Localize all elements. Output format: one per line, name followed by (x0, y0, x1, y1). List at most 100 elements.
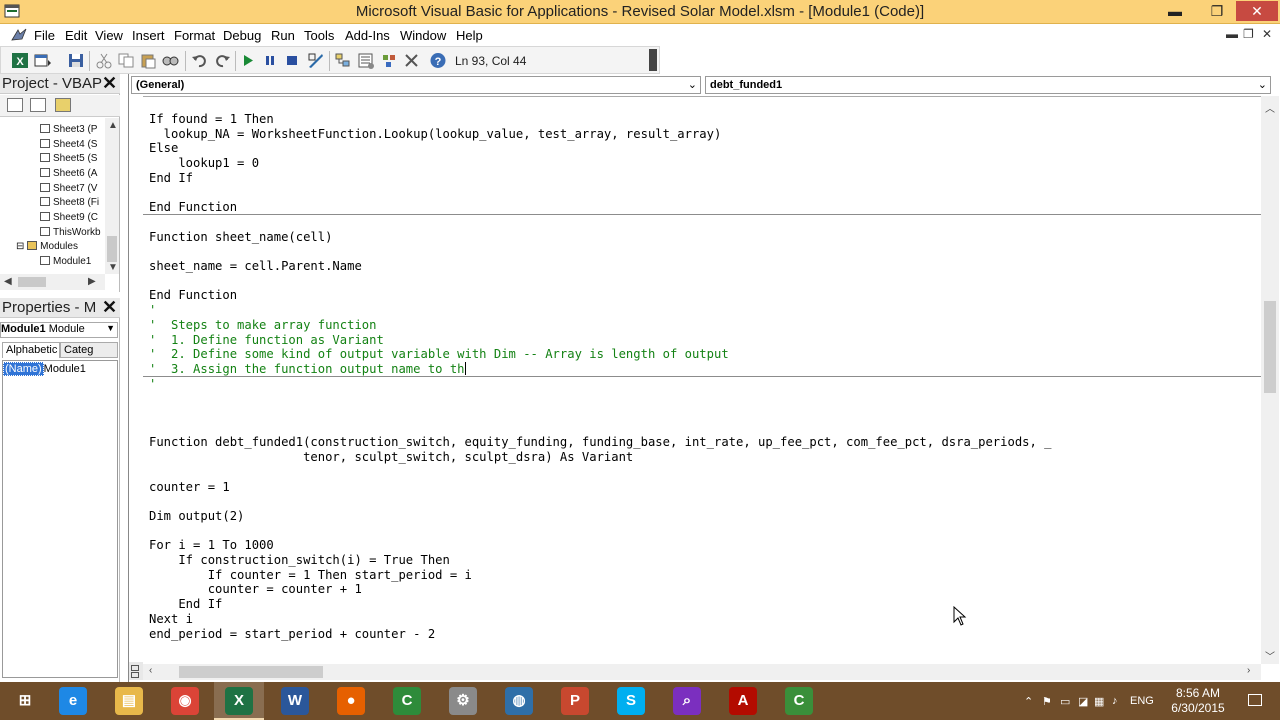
scroll-up-icon[interactable]: ▲ (108, 120, 118, 131)
tree-item-sheet6[interactable]: Sheet6 (A (40, 168, 97, 182)
show-hidden-icons-icon[interactable]: ⌃ (1024, 695, 1033, 708)
code-comment-line[interactable]: ' (149, 377, 156, 392)
project-vertical-scrollbar[interactable]: ▲ ▼ (105, 118, 119, 274)
start-button[interactable]: ⊞ (0, 682, 50, 720)
tree-item-module1[interactable]: Module1 (40, 256, 91, 270)
menu-tools[interactable]: Tools (304, 28, 334, 43)
taskbar-app[interactable]: S (606, 682, 656, 720)
save-icon[interactable] (67, 52, 85, 69)
property-key[interactable]: (Name) (3, 362, 44, 376)
vba-system-menu-icon[interactable] (10, 27, 28, 43)
code-horizontal-scrollbar[interactable]: ‹ › (143, 664, 1261, 680)
procedure-view-icon[interactable] (131, 665, 139, 671)
taskbar-app[interactable]: W (270, 682, 320, 720)
properties-icon[interactable] (357, 52, 375, 69)
scroll-down-icon[interactable]: ﹀ (1265, 648, 1275, 663)
chevron-down-icon[interactable]: ⌄ (688, 78, 697, 91)
object-browser-icon[interactable] (381, 52, 399, 69)
copy-icon[interactable] (117, 52, 135, 69)
break-icon[interactable] (261, 52, 279, 69)
taskbar-app[interactable]: X (214, 682, 264, 720)
scroll-thumb[interactable] (18, 277, 46, 287)
properties-panel-close-button[interactable]: ✕ (102, 297, 118, 318)
full-module-view-icon[interactable] (131, 672, 139, 678)
redo-icon[interactable] (213, 52, 231, 69)
chevron-down-icon[interactable]: ⌄ (1258, 78, 1267, 91)
menu-add-ins[interactable]: Add-Ins (345, 28, 390, 43)
taskbar-app[interactable]: ◍ (494, 682, 544, 720)
project-horizontal-scrollbar[interactable]: ◀ ▶ (0, 274, 105, 290)
menu-insert[interactable]: Insert (132, 28, 165, 43)
tree-item-thisworkbook[interactable]: ThisWorkb (40, 227, 101, 241)
code-line[interactable]: sheet_name = cell.Parent.Name (149, 259, 362, 274)
code-line[interactable]: Function debt_funded1(construction_switc… (149, 435, 1052, 450)
scroll-thumb[interactable] (179, 666, 323, 678)
view-object-icon[interactable] (30, 98, 46, 112)
scroll-up-icon[interactable]: ︿ (1265, 100, 1275, 115)
code-line[interactable]: If found = 1 Then (149, 112, 274, 127)
scroll-left-icon[interactable]: ◀ (4, 276, 12, 287)
menu-format[interactable]: Format (174, 28, 215, 43)
menu-run[interactable]: Run (271, 28, 295, 43)
tree-item-sheet3[interactable]: Sheet3 (P (40, 124, 97, 138)
clock[interactable]: 8:56 AM 6/30/2015 (1160, 686, 1236, 716)
code-line[interactable]: End If (149, 171, 193, 186)
volume-icon[interactable]: ♪ (1112, 695, 1118, 707)
code-editor[interactable]: If found = 1 Then lookup_NA = WorksheetF… (143, 96, 1261, 664)
toolbox-icon[interactable] (403, 52, 421, 69)
code-line[interactable]: Dim output(2) (149, 509, 244, 524)
cut-icon[interactable] (95, 52, 113, 69)
minimize-button[interactable]: ▬ (1160, 1, 1190, 21)
code-line[interactable]: lookup_NA = WorksheetFunction.Lookup(loo… (149, 127, 722, 142)
tree-item-sheet8[interactable]: Sheet8 (Fi (40, 197, 99, 211)
property-value[interactable]: Module1 (44, 363, 86, 375)
menu-view[interactable]: View (95, 28, 123, 43)
language-indicator[interactable]: ENG (1130, 695, 1154, 707)
mdi-restore-button[interactable]: ❐ (1243, 27, 1254, 41)
tree-item-sheet5[interactable]: Sheet5 (S (40, 153, 97, 167)
toggle-folders-icon[interactable] (55, 98, 71, 112)
network-icon[interactable]: ◪ (1078, 695, 1088, 708)
run-icon[interactable] (239, 52, 257, 69)
design-mode-icon[interactable] (307, 52, 325, 69)
taskbar-app[interactable]: C (774, 682, 824, 720)
code-comment-line[interactable]: ' (149, 303, 156, 318)
mdi-close-button[interactable]: ✕ (1262, 27, 1272, 41)
code-comment-line[interactable]: ' Steps to make array function (149, 318, 376, 333)
scroll-left-icon[interactable]: ‹ (149, 665, 152, 676)
reset-icon[interactable] (283, 52, 301, 69)
mdi-minimize-button[interactable]: ▬ (1226, 27, 1238, 41)
taskbar-app[interactable]: A (718, 682, 768, 720)
menu-edit[interactable]: Edit (65, 28, 87, 43)
scroll-down-icon[interactable]: ▼ (108, 262, 118, 273)
taskbar-app[interactable]: e (48, 682, 98, 720)
tree-item-sheet4[interactable]: Sheet4 (S (40, 139, 97, 153)
properties-panel-header[interactable]: Properties - M ✕ (0, 297, 120, 318)
code-line[interactable]: lookup1 = 0 (149, 156, 259, 171)
code-line[interactable]: If construction_switch(i) = True Then (149, 553, 450, 568)
tree-item-modules[interactable]: ⊟ Modules (16, 241, 78, 255)
taskbar-app[interactable]: P (550, 682, 600, 720)
menu-debug[interactable]: Debug (223, 28, 261, 43)
scroll-right-icon[interactable]: ▶ (88, 276, 96, 287)
code-vertical-scrollbar[interactable]: ︿ ﹀ (1261, 96, 1279, 664)
scroll-thumb[interactable] (1264, 301, 1276, 393)
undo-icon[interactable] (191, 52, 209, 69)
code-line[interactable]: End If (149, 597, 222, 612)
find-icon[interactable] (161, 52, 179, 69)
menu-file[interactable]: File (34, 28, 55, 43)
project-panel-close-button[interactable]: ✕ (102, 73, 118, 94)
taskbar-app[interactable]: ▤ (104, 682, 154, 720)
chevron-down-icon[interactable]: ▼ (106, 323, 115, 333)
procedure-combo[interactable]: debt_funded1 ⌄ (705, 76, 1271, 94)
code-line[interactable]: Else (149, 141, 178, 156)
close-button[interactable]: ✕ (1236, 1, 1278, 21)
display-icon[interactable]: ▦ (1094, 695, 1104, 708)
taskbar-app[interactable]: C (382, 682, 432, 720)
code-line[interactable]: counter = counter + 1 (149, 582, 362, 597)
battery-icon[interactable]: ▭ (1060, 695, 1070, 708)
code-line[interactable]: tenor, sculpt_switch, sculpt_dsra) As Va… (149, 450, 633, 465)
excel-view-icon[interactable]: X (11, 52, 29, 69)
menu-help[interactable]: Help (456, 28, 483, 43)
scroll-right-icon[interactable]: › (1247, 665, 1250, 676)
